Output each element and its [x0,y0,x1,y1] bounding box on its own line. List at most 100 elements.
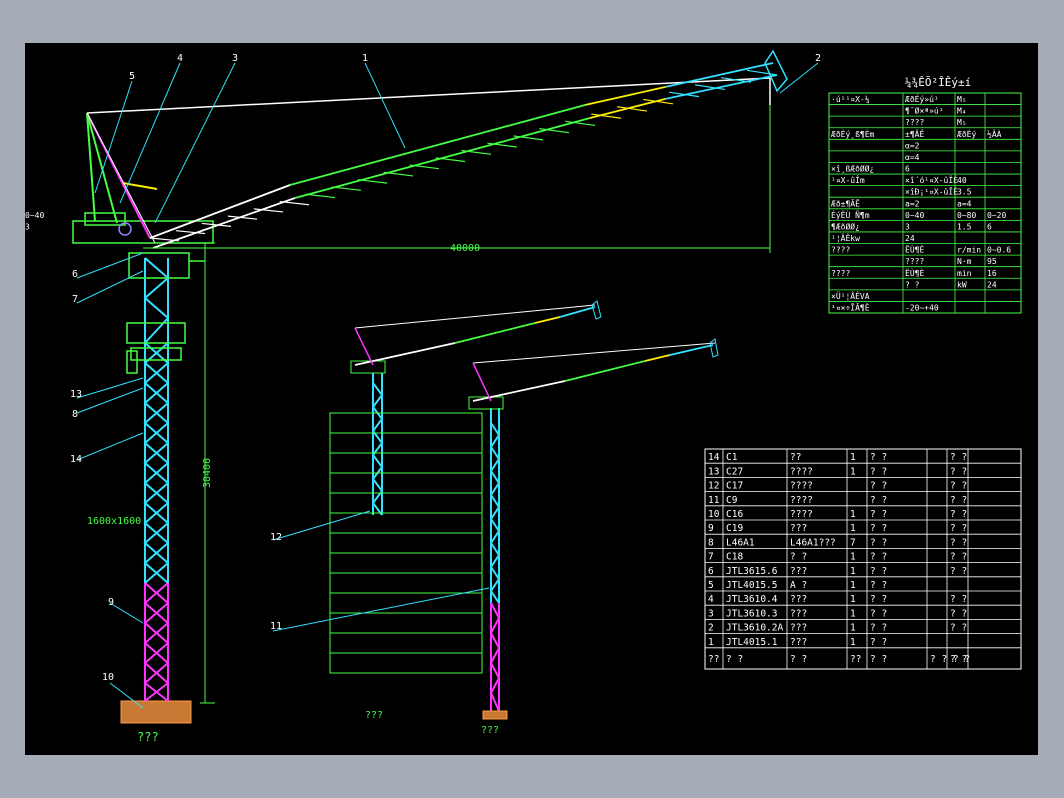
part-cell: ? ? [950,495,967,506]
spec-cell: ËÙ¶È [905,267,924,278]
spec-cell: 24 [987,280,997,289]
part-cell: ? ? [870,552,887,563]
crane-elevation-1 [350,300,602,516]
spec-cell: ¹¦ÂÊkw [831,232,860,243]
spec-cell: kW [957,280,967,289]
part-cell: ? ? [870,466,887,477]
spec-cell: 0~80 [957,211,976,220]
part-cell: ? ? [870,481,887,492]
part-cell: 1 [850,466,856,477]
part-cell: C27 [726,466,743,477]
jib-lacing-member [435,157,466,163]
part-header-cell: ?? [850,654,861,665]
spec-cell: 0~40 [25,211,44,220]
spec-cell: 3.5 [957,188,972,197]
jib-lacing-member [305,193,336,199]
callout-8: 8 [72,409,78,420]
part-cell: ? ? [870,608,887,619]
part-cell: C16 [726,509,743,520]
part-header-cell: ?? [708,654,719,665]
callout-5: 5 [129,71,135,82]
part-cell: ? ? [870,509,887,520]
part-header-cell: ? ? [790,654,807,665]
part-header-cell: ? ? [870,654,887,665]
spec-cell: 0~0.6 [987,246,1011,255]
a-frame [86,112,158,239]
spec-cell: ×î´ó¹¤X-ûÎÉ [905,174,958,185]
part-cell: ? ? [870,495,887,506]
part-cell: 1 [708,637,714,648]
spec-cell: ¹¤X-ûÎm [831,174,865,185]
foundation-label-3: ??? [481,725,499,736]
climbing-frame [126,252,205,374]
callout-3: 3 [232,53,238,64]
callout-14: 14 [70,454,82,465]
spec-cell: ¶¯Ø×ª»ú¹ [905,106,944,116]
spec-cell: ½ÂÀ [987,128,1002,139]
part-cell: 7 [708,552,714,563]
height-dim: 30400 [202,458,213,488]
part-cell: 10 [708,509,720,520]
part-cell: ? ? [950,594,967,605]
spec-cell: ×î¸ßÆðØØ¿ [831,164,874,174]
spec-cell: ·ú¹¹¤X-¼ [831,95,870,104]
part-cell: ? ? [870,637,887,648]
part-cell: 7 [850,537,856,548]
spec-cell: 6 [905,165,910,174]
spec-cell: ÆðÉý¸ß¶Èm [831,128,875,139]
jib-lacing-member [279,200,310,206]
part-cell: 14 [708,452,720,463]
spec-cell: α=4 [905,153,920,162]
spec-cell: min [957,269,972,278]
jib-lacing-member [383,171,414,177]
part-cell: 13 [708,466,719,477]
part-header-cell: ? ? [950,654,967,665]
part-cell: A ? [790,580,807,591]
foundation-block [120,700,192,724]
part-cell: 2 [708,623,714,634]
part-cell: JTL3610.2A [726,623,783,634]
part-cell: L46A1??? [790,537,836,548]
part-cell: 1 [850,608,856,619]
part-cell: ? ? [870,566,887,577]
spec-cell: -20~+40 [905,304,939,313]
callout-6: 6 [72,269,78,280]
spec-cell: r/min [957,246,981,255]
spec-cell: 0~20 [987,211,1006,220]
part-cell: ? ? [870,623,887,634]
main-crane [72,49,788,724]
part-cell: 1 [850,566,856,577]
spec-table-title: ¼¾ÊÕ²ÎÊý±í [905,76,971,89]
part-cell: ? ? [870,523,887,534]
part-cell: ? ? [950,537,967,548]
callout-13: 13 [70,389,82,400]
part-cell: C19 [726,523,743,534]
spec-cell: a=2 [905,199,920,208]
part-cell: 5 [708,580,714,591]
spec-cell: ???? [831,246,850,255]
spec-cell: ???? [905,257,924,266]
spec-cell: ËÙ¶È [905,244,924,255]
part-cell: JTL4015.5 [726,580,777,591]
spec-cell: ±¶ÂÊ [905,128,924,139]
part-cell: ???? [790,466,813,477]
jib-length-dim: 40000 [450,243,480,254]
part-cell: ???? [790,481,813,492]
spec-cell: 16 [987,269,997,278]
part-cell: ? ? [870,594,887,605]
spec-cell: M₅ [957,95,967,104]
building-outline [329,412,483,674]
spec-cell: ÆðÉý»ú¹ [905,93,939,104]
spec-cell: M₅ [957,118,967,127]
jib-lacing-member [357,179,388,184]
spec-cell: 0~40 [905,211,924,220]
part-cell: ? ? [950,452,967,463]
part-cell: JTL3610.4 [726,594,778,605]
jib-lacing-member [409,164,440,170]
spec-cell: 6 [987,222,992,231]
part-cell: ? ? [950,608,967,619]
part-cell: JTL3610.3 [726,608,777,619]
part-cell: ??? [790,637,807,648]
spec-cell: ×îÐ¡¹¤X-ûÎÉ [905,186,958,197]
part-cell: C17 [726,481,743,492]
